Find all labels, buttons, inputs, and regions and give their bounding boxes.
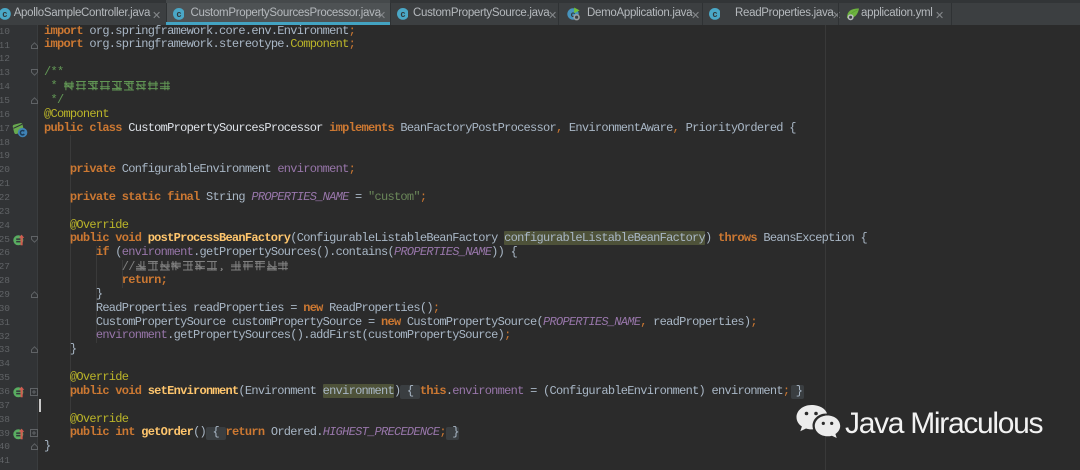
svg-text:c: c — [2, 9, 7, 19]
svg-text:c: c — [400, 9, 405, 19]
svg-text:c: c — [176, 9, 181, 19]
svg-text:c: c — [712, 9, 717, 19]
